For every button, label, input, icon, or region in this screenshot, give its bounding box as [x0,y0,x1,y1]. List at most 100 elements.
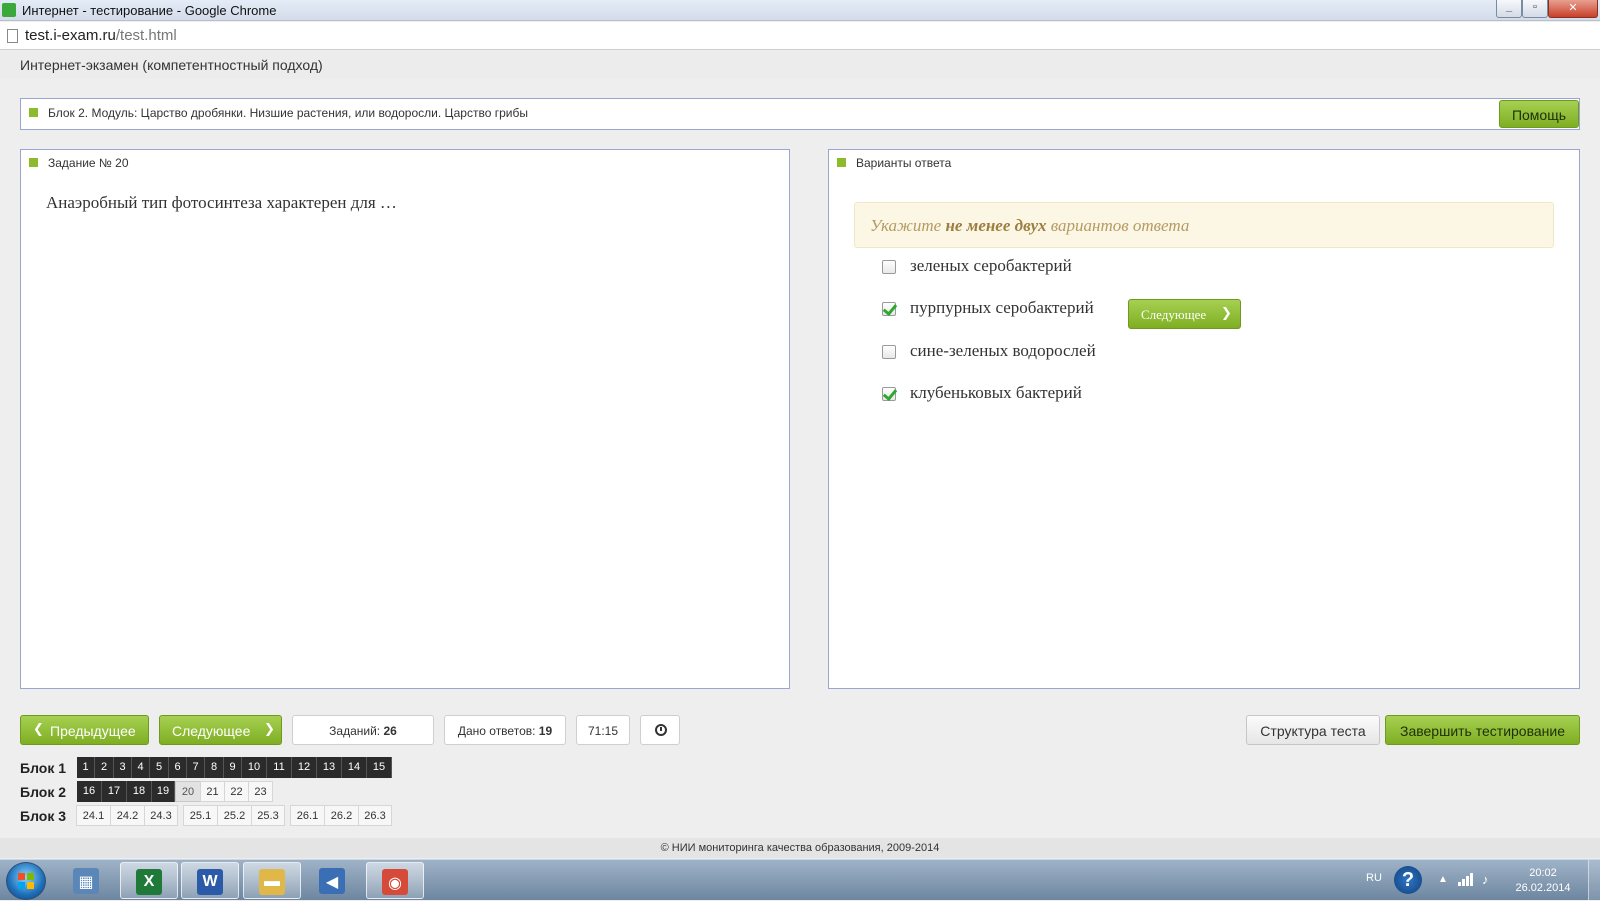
answer-option-label[interactable]: зеленых серобактерий [910,256,1072,276]
block-1-label: Блок 1 [20,760,67,776]
task-cell[interactable]: 26.3 [358,805,392,826]
test-structure-button[interactable]: Структура теста [1246,715,1380,745]
task-cell[interactable]: 26.1 [290,805,325,826]
task-cell[interactable]: 24.2 [110,805,145,826]
windows-logo-icon [18,873,34,889]
answer-hint: Укажите не менее двух вариантов ответа [854,202,1554,248]
answer-checkbox[interactable] [882,345,896,359]
answer-checkbox[interactable] [882,302,896,316]
taskbar-item[interactable]: ◀ [304,862,362,899]
network-signal-icon[interactable] [1458,872,1474,886]
answers-count-label: Дано ответов: [457,724,536,738]
answer-hint-text: Укажите не менее двух вариантов ответа [870,216,1189,236]
taskbar-icon-glyph: ▦ [78,874,94,891]
answer-options-label: Варианты ответа [856,156,952,170]
task-cell[interactable]: 17 [102,781,127,802]
question-text: Анаэробный тип фотосинтеза характерен дл… [46,193,397,212]
minimize-button[interactable]: _ [1496,0,1522,18]
volume-icon[interactable]: ♪ [1482,872,1489,887]
explorer-folder-icon: ▬ [259,869,285,895]
taskbar-icon-glyph: ◀ [325,874,339,891]
task-cell[interactable]: 23 [248,781,273,802]
task-cell[interactable]: 12 [292,757,317,778]
minimize-icon: _ [1505,1,1513,13]
url-text[interactable]: test.i-exam.ru/test.html [25,27,177,44]
windows-taskbar: ▦ X W ▬ ◀ ◉ RU ? ▲ ♪ 20:02 26.02.2014 [0,859,1600,901]
block-2-label: Блок 2 [20,784,67,800]
task-cell[interactable]: 22 [224,781,249,802]
word-icon: W [197,869,223,895]
window-titlebar: Интернет - тестирование - Google Chrome … [0,0,1600,21]
taskbar-item[interactable]: ▬ [243,862,301,899]
help-button-label: Помощь [1511,107,1567,123]
taskbar-item[interactable]: W [181,862,239,899]
calculator-icon: ▦ [73,868,99,894]
task-cell[interactable]: 18 [127,781,152,802]
task-cell[interactable]: 14 [342,757,367,778]
taskbar-item[interactable]: ◉ [366,862,424,899]
task-cell[interactable]: 11 [267,757,292,778]
task-cell[interactable]: 5 [150,757,169,778]
answer-option-label[interactable]: пурпурных серобактерий [910,298,1094,318]
task-cell[interactable]: 7 [187,757,205,778]
answer-option-label[interactable]: сине-зеленых водорослей [910,341,1096,361]
maximize-button[interactable]: ▫ [1522,0,1548,18]
task-cell[interactable]: 19 [152,781,175,802]
task-cell[interactable]: 25.1 [183,805,218,826]
clock-button[interactable] [640,715,680,745]
help-icon[interactable]: ? [1394,866,1422,894]
task-cell[interactable]: 3 [114,757,132,778]
answer-option-label[interactable]: клубеньковых бактерий [910,383,1082,403]
green-square-icon [837,158,846,167]
task-cell[interactable]: 6 [169,757,187,778]
maximize-icon: ▫ [1533,1,1537,13]
task-cell[interactable]: 25.3 [251,805,285,826]
address-bar[interactable]: test.i-exam.ru/test.html [0,22,1600,50]
app-header: Интернет-экзамен (компетентностный подхо… [0,51,1600,79]
answers-count-value: 19 [538,724,553,738]
tasks-count-label: Заданий: [329,724,381,738]
page-footer: © НИИ мониторинга качества образования, … [0,838,1600,858]
task-cell[interactable]: 25.2 [217,805,252,826]
language-indicator[interactable]: RU [1366,872,1382,884]
taskbar-item[interactable]: ▦ [58,862,116,899]
show-desktop-button[interactable] [1588,860,1600,901]
task-cell[interactable]: 26.2 [324,805,359,826]
excel-icon: X [136,869,162,895]
next-button-label: Следующее [172,723,251,739]
task-cell[interactable]: 15 [367,757,392,778]
block-3-cells: 24.1 24.2 24.3 25.1 25.2 25.3 26.1 26.2 26.3 [76,805,392,826]
task-cell[interactable]: 16 [77,781,102,802]
finish-test-label: Завершить тестирование [1400,723,1565,739]
close-window-button[interactable]: ✕ [1548,0,1598,18]
block-1-cells: 1 2 3 4 5 6 7 8 9 10 11 12 13 14 15 [77,757,392,778]
copyright-text: © НИИ мониторинга качества образования, … [660,842,940,854]
block-title-bar: Блок 2. Модуль: Царство дробянки. Низшие… [20,98,1580,130]
window-title: Интернет - тестирование - Google Chrome [22,3,277,18]
help-button[interactable]: Помощь [1499,100,1579,128]
taskbar-item[interactable]: X [120,862,178,899]
task-cell[interactable]: 13 [317,757,342,778]
task-cell[interactable]: 24.1 [76,805,111,826]
previous-button[interactable]: ❮ Предыдущее [20,715,149,745]
task-cell[interactable]: 2 [95,757,114,778]
task-cell[interactable]: 1 [77,757,95,778]
task-cell[interactable]: 4 [132,757,150,778]
hint-suffix: вариантов ответа [1046,216,1190,235]
task-cell[interactable]: 21 [200,781,225,802]
tray-date: 26.02.2014 [1515,882,1571,894]
tray-clock[interactable]: 20:02 26.02.2014 [1512,866,1574,896]
start-button[interactable] [6,862,46,900]
task-cell[interactable]: 8 [205,757,224,778]
task-cell[interactable]: 9 [224,757,242,778]
inline-next-button[interactable]: Следующее ❯ [1128,299,1241,329]
answer-checkbox[interactable] [882,387,896,401]
next-button[interactable]: Следующее ❯ [159,715,282,745]
task-cell[interactable]: 20 [175,781,201,802]
show-hidden-icons-icon[interactable]: ▲ [1438,874,1448,885]
task-cell[interactable]: 10 [242,757,267,778]
task-cell[interactable]: 24.3 [144,805,178,826]
finish-test-button[interactable]: Завершить тестирование [1385,715,1580,745]
tasks-count-value: 26 [383,724,397,738]
answer-checkbox[interactable] [882,260,896,274]
